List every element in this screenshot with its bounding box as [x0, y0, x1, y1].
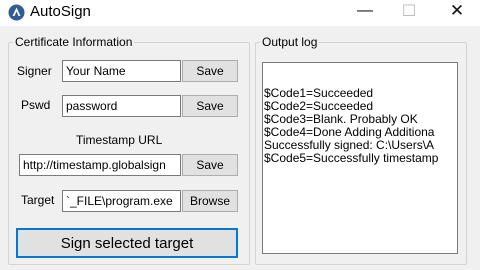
output-line: $Code5=Successfully timestamp [264, 151, 439, 165]
sign-selected-target-button[interactable]: Sign selected target [16, 228, 238, 258]
timestamp-url-input[interactable]: http://timestamp.globalsign [19, 154, 181, 176]
timestamp-url-label: Timestamp URL [76, 133, 163, 147]
timestamp-save-button[interactable]: Save [182, 154, 238, 176]
close-button[interactable]: ✕ [434, 0, 480, 22]
browse-button[interactable]: Browse [182, 190, 238, 212]
minimize-button[interactable]: — [342, 0, 388, 22]
output-log-textarea[interactable]: $Code1=Succeeded $Code2=Succeeded $Code3… [262, 62, 458, 254]
certificate-group-legend: Certificate Information [15, 35, 133, 49]
pswd-save-button[interactable]: Save [182, 95, 238, 117]
app-icon [8, 4, 25, 21]
password-input[interactable]: password [62, 95, 181, 117]
title-bar: AutoSign — ☐ ✕ [0, 0, 480, 26]
signer-input[interactable]: Your Name [62, 60, 181, 82]
target-input[interactable]: `_FILE\program.exe [62, 190, 181, 212]
window-title: AutoSign [30, 3, 91, 20]
signer-label: Signer [17, 64, 52, 78]
target-label: Target [21, 193, 55, 207]
output-log-legend: Output log [262, 35, 318, 49]
signer-save-button[interactable]: Save [182, 60, 238, 82]
maximize-button[interactable]: ☐ [386, 0, 432, 22]
pswd-label: Pswd [21, 98, 51, 112]
